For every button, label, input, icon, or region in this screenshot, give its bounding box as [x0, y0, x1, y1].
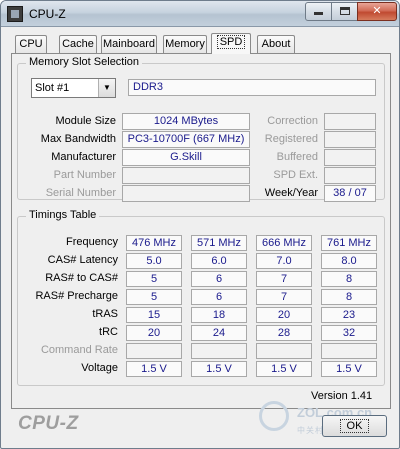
slot-select[interactable]: Slot #1 ▼ [31, 78, 116, 98]
minimize-icon [314, 12, 323, 15]
timing-row-label: RAS# Precharge [35, 290, 118, 302]
timing-cell: 8.0 [321, 253, 377, 269]
timing-cell: 5 [126, 271, 182, 287]
manufacturer-value: G.Skill [122, 149, 250, 166]
memory-slot-selection-group: Memory Slot Selection Slot #1 ▼ DDR3 Mod… [17, 56, 385, 202]
minimize-button[interactable] [305, 2, 332, 21]
tab-cache[interactable]: Cache [59, 35, 97, 53]
timing-cell: 1.5 V [126, 361, 182, 377]
spd-tab-panel: Memory Slot Selection Slot #1 ▼ DDR3 Mod… [11, 53, 391, 409]
max-bandwidth-label: Max Bandwidth [40, 133, 116, 145]
buffered-value [324, 149, 376, 166]
timing-cell: 8 [321, 271, 377, 287]
timing-cell: 761 MHz [321, 235, 377, 251]
buffered-label: Buffered [276, 151, 318, 163]
part-number-label: Part Number [53, 169, 116, 181]
tab-spd[interactable]: SPD [211, 33, 251, 54]
timing-cell: 8 [321, 289, 377, 305]
timing-cell: 20 [256, 307, 312, 323]
timing-row-label: Command Rate [40, 344, 118, 356]
registered-label: Registered [264, 133, 318, 145]
module-size-label: Module Size [55, 115, 116, 127]
timing-row-label: Frequency [66, 236, 118, 248]
spd-ext-label: SPD Ext. [273, 169, 318, 181]
zol-watermark-logo [259, 401, 289, 431]
timing-cell: 1.5 V [191, 361, 247, 377]
week-year-value: 38 / 07 [324, 185, 376, 202]
timing-cell: 6 [191, 289, 247, 305]
timing-cell: 476 MHz [126, 235, 182, 251]
close-button[interactable]: ✕ [357, 2, 397, 21]
week-year-label: Week/Year [264, 187, 318, 199]
close-icon: ✕ [372, 5, 382, 17]
timing-cell: 6 [191, 271, 247, 287]
timing-row-label: tRAS [92, 308, 118, 320]
timing-cell: 6.0 [191, 253, 247, 269]
timing-cell: 7.0 [256, 253, 312, 269]
timing-row-label: tRC [99, 326, 118, 338]
slot-select-value: Slot #1 [35, 82, 70, 94]
timing-cell: 5.0 [126, 253, 182, 269]
timing-cell: 7 [256, 271, 312, 287]
timing-cell: 18 [191, 307, 247, 323]
cpu-z-app-icon [7, 6, 23, 22]
cpu-z-window: CPU-Z ✕ CPU Cache Mainboard Memory SPD A… [0, 0, 400, 449]
timing-cell [191, 343, 247, 359]
tab-mainboard[interactable]: Mainboard [101, 35, 157, 53]
timing-cell: 571 MHz [191, 235, 247, 251]
timing-cell: 7 [256, 289, 312, 305]
correction-label: Correction [267, 115, 318, 127]
timing-row-label: CAS# Latency [47, 254, 118, 266]
timing-cell: 28 [256, 325, 312, 341]
timing-row-label: Voltage [81, 362, 118, 374]
window-title: CPU-Z [29, 7, 66, 21]
timings-table-group: Timings Table Frequency 476 MHz 571 MHz 666… [17, 209, 385, 386]
memory-type-field: DDR3 [128, 79, 376, 96]
serial-number-value [122, 185, 250, 202]
timing-cell [126, 343, 182, 359]
maximize-button[interactable] [331, 2, 358, 21]
timing-cell: 20 [126, 325, 182, 341]
spd-ext-value [324, 167, 376, 184]
cpu-z-brand-label: CPU-Z [18, 413, 79, 434]
version-label: Version 1.41 [311, 390, 373, 402]
timing-cell: 5 [126, 289, 182, 305]
title-bar[interactable]: CPU-Z ✕ [1, 1, 399, 27]
module-size-value: 1024 MBytes [122, 113, 250, 130]
timing-cell: 32 [321, 325, 377, 341]
chevron-down-icon[interactable]: ▼ [98, 79, 115, 97]
timing-cell: 15 [126, 307, 182, 323]
timing-cell: 1.5 V [256, 361, 312, 377]
timing-cell: 1.5 V [321, 361, 377, 377]
ok-button-label: OK [339, 419, 370, 433]
serial-number-label: Serial Number [45, 187, 116, 199]
timing-cell: 23 [321, 307, 377, 323]
memory-slot-selection-title: Memory Slot Selection [26, 56, 143, 68]
ok-button[interactable]: OK [322, 415, 387, 437]
tab-about[interactable]: About [257, 35, 295, 53]
manufacturer-label: Manufacturer [51, 151, 116, 163]
registered-value [324, 131, 376, 148]
max-bandwidth-value: PC3-10700F (667 MHz) [122, 131, 250, 148]
part-number-value [122, 167, 250, 184]
timing-cell [256, 343, 312, 359]
timing-cell [321, 343, 377, 359]
timing-cell: 666 MHz [256, 235, 312, 251]
correction-value [324, 113, 376, 130]
tab-cpu[interactable]: CPU [15, 35, 47, 53]
maximize-icon [339, 7, 350, 15]
timing-cell: 24 [191, 325, 247, 341]
tab-memory[interactable]: Memory [163, 35, 207, 53]
timings-table-title: Timings Table [26, 209, 100, 221]
timing-row-label: RAS# to CAS# [45, 272, 118, 284]
